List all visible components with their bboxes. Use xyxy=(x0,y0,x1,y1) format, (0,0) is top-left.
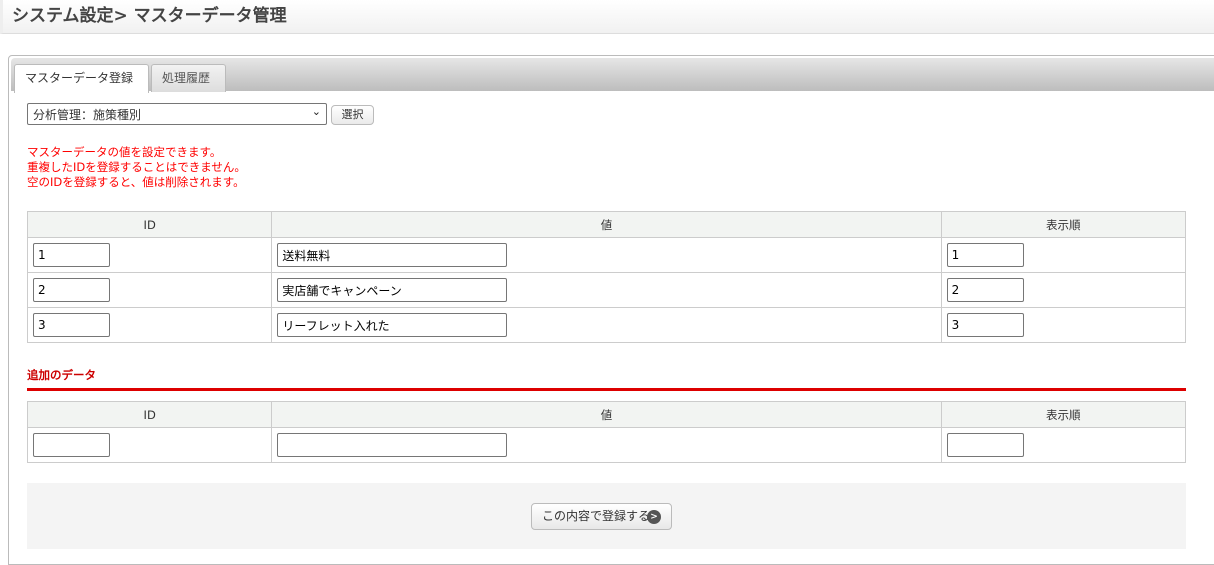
arrow-right-icon: > xyxy=(647,510,661,524)
chevron-down-icon: ⌄ xyxy=(311,105,321,118)
col-header-order: 表示順 xyxy=(940,401,1187,428)
master-type-select[interactable]: 分析管理：施策種別 ⌄ xyxy=(27,103,327,125)
table-row xyxy=(26,237,1187,273)
id-input[interactable] xyxy=(33,243,110,267)
master-data-table: ID 値表示順 xyxy=(26,211,1187,343)
submit-button[interactable]: この内容で登録する > xyxy=(531,503,672,530)
order-input[interactable] xyxy=(946,278,1024,302)
tab-bar: マスターデータ登録 処理履歴 xyxy=(11,58,1214,93)
note-line: マスターデータの値を設定できます。 xyxy=(27,145,222,159)
id-input[interactable] xyxy=(33,278,110,302)
add-data-table: ID 値表示順 xyxy=(26,401,1187,463)
order-input[interactable] xyxy=(946,313,1024,337)
form-footer: この内容で登録する > xyxy=(27,483,1186,549)
new-value-input[interactable] xyxy=(277,433,508,457)
new-order-input[interactable] xyxy=(946,433,1024,457)
order-input[interactable] xyxy=(946,243,1024,267)
col-header-id: ID xyxy=(26,401,273,428)
submit-label: この内容で登録する xyxy=(542,509,651,523)
new-id-input[interactable] xyxy=(33,433,110,457)
tab-history[interactable]: 処理履歴 xyxy=(151,64,226,92)
col-header-id: ID xyxy=(26,211,273,238)
col-header-value: 値 xyxy=(271,401,942,428)
add-data-heading: 追加のデータ xyxy=(27,367,1186,391)
table-row xyxy=(26,272,1187,308)
col-header-order: 表示順 xyxy=(940,211,1187,238)
note-line: 空のIDを登録すると、値は削除されます。 xyxy=(27,175,245,189)
value-input[interactable] xyxy=(277,278,508,302)
select-button[interactable]: 選択 xyxy=(331,105,374,125)
table-row xyxy=(26,307,1187,343)
id-input[interactable] xyxy=(33,313,110,337)
table-row xyxy=(26,427,1187,463)
note-line: 重複したIDを登録することはできません。 xyxy=(27,160,246,174)
select-value: 分析管理：施策種別 xyxy=(33,108,142,122)
col-header-value: 値 xyxy=(271,211,942,238)
instructions: マスターデータの値を設定できます。 重複したIDを登録することはできません。 空… xyxy=(27,145,246,190)
value-input[interactable] xyxy=(277,313,508,337)
page-title: システム設定> マスターデータ管理 xyxy=(12,6,287,26)
page-header: システム設定> マスターデータ管理 xyxy=(0,0,1214,34)
value-input[interactable] xyxy=(277,243,508,267)
tab-master-data-register[interactable]: マスターデータ登録 xyxy=(14,64,149,93)
